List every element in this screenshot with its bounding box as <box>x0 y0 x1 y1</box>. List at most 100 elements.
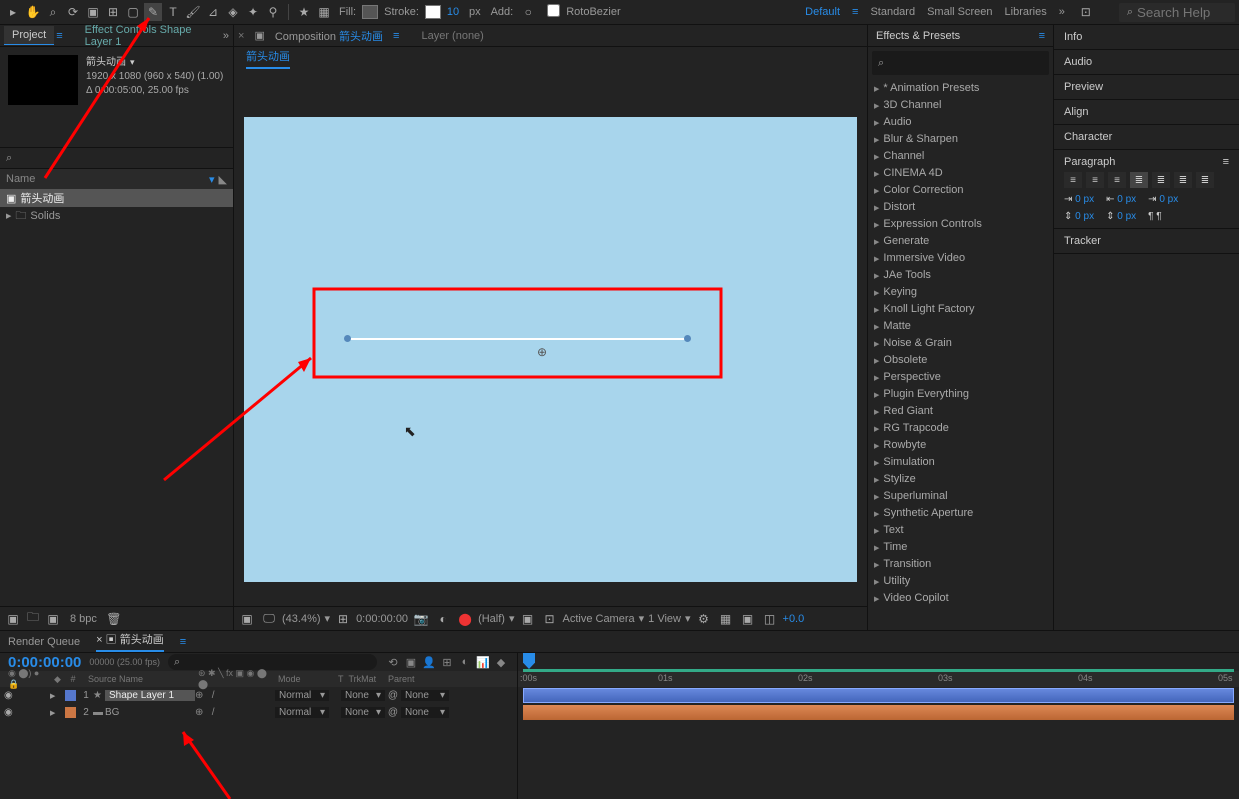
work-area-bar[interactable] <box>523 669 1234 672</box>
indent-left[interactable]: ⇥ 0 px <box>1064 194 1094 205</box>
panel-menu-icon[interactable]: ≡ <box>1223 156 1229 168</box>
timeline-layer-row[interactable]: ◉▶1★Shape Layer 1⊕ / Normal ▾None ▾@None… <box>0 687 517 704</box>
align-right-icon[interactable]: ≡ <box>1108 172 1126 188</box>
motion-blur-icon[interactable]: ◐ <box>457 654 473 670</box>
anchor-point-icon[interactable]: ⊕ <box>537 345 547 359</box>
zoom-tool[interactable]: ⌕ <box>44 3 62 21</box>
effect-category[interactable]: Channel <box>868 147 1053 164</box>
indent-first[interactable]: ⇤ 0 px <box>1106 194 1136 205</box>
project-item-comp[interactable]: ▣ 箭头动画 <box>0 189 233 207</box>
layer-name[interactable]: BG <box>105 707 195 718</box>
timeline-layer-row[interactable]: ◉▶2▬BG⊕ / Normal ▾None ▾@None ▾ <box>0 704 517 721</box>
new-comp-icon[interactable]: ▣ <box>44 610 62 628</box>
col-mode[interactable]: Mode <box>274 674 334 684</box>
effect-category[interactable]: Video Copilot <box>868 589 1053 606</box>
project-tab[interactable]: Project <box>4 26 54 45</box>
viewer-comp-tab[interactable]: Composition 箭头动画 <box>267 25 391 47</box>
effect-category[interactable]: Stylize <box>868 470 1053 487</box>
panel-menu-icon[interactable]: ≡ <box>56 30 62 42</box>
effect-category[interactable]: Plugin Everything <box>868 385 1053 402</box>
puppet-tool[interactable]: ⚲ <box>264 3 282 21</box>
comp-name-label[interactable]: 箭头动画 <box>86 55 223 70</box>
timecode-display[interactable]: 0:00:00:00 <box>356 613 408 625</box>
space-after[interactable]: ⇕ 0 px <box>1106 211 1136 222</box>
selection-tool[interactable]: ▸ <box>4 3 22 21</box>
effect-category[interactable]: Transition <box>868 555 1053 572</box>
shape-path[interactable] <box>346 338 689 340</box>
layer-bar-2[interactable] <box>523 705 1234 720</box>
layer-name[interactable]: Shape Layer 1 <box>105 690 195 701</box>
effect-category[interactable]: Expression Controls <box>868 215 1053 232</box>
expand-caret-icon[interactable]: ▶ <box>50 692 62 700</box>
channel-icon[interactable]: ⬤ <box>456 610 474 628</box>
effect-category[interactable]: Rowbyte <box>868 436 1053 453</box>
grid-icon[interactable]: ▦ <box>315 3 333 21</box>
bpc-label[interactable]: 8 bpc <box>70 613 97 625</box>
views-dropdown-icon[interactable]: ▾ <box>685 612 691 625</box>
col-label[interactable]: ◆ <box>50 674 62 685</box>
align-center-icon[interactable]: ≡ <box>1086 172 1104 188</box>
shy-icon[interactable]: 👤 <box>421 654 437 670</box>
brush-tool[interactable]: 🖌 <box>184 3 202 21</box>
expand-caret-icon[interactable]: ▶ <box>50 709 62 717</box>
timeline-comp-tab[interactable]: × ▣ 箭头动画 <box>96 631 164 652</box>
rotobezier-checkbox[interactable] <box>547 4 560 17</box>
pickwhip-icon[interactable]: @ <box>385 690 401 701</box>
exposure-value[interactable]: +0.0 <box>783 613 805 625</box>
justify-last-right-icon[interactable]: ≣ <box>1174 172 1192 188</box>
always-preview-icon[interactable]: ▣ <box>238 610 256 628</box>
magnify-icon[interactable]: 🖵 <box>260 610 278 628</box>
ws-standard[interactable]: Standard <box>870 6 915 18</box>
indent-right[interactable]: ⇥ 0 px <box>1148 194 1178 205</box>
info-panel[interactable]: Info <box>1054 25 1239 50</box>
search-help[interactable]: ⌕ <box>1119 3 1235 22</box>
ws-more-icon[interactable]: » <box>1059 6 1065 18</box>
zoom-dropdown-icon[interactable]: ▾ <box>325 612 331 625</box>
sort-icon[interactable]: ▾ <box>209 173 215 186</box>
fast-preview-icon[interactable]: ⚙ <box>695 610 713 628</box>
comp-thumbnail[interactable] <box>8 55 78 105</box>
render-queue-tab[interactable]: Render Queue <box>8 636 80 648</box>
effect-controls-tab[interactable]: Effect Controls Shape Layer 1 <box>77 21 221 51</box>
rect-tool[interactable]: ▢ <box>124 3 142 21</box>
effect-category[interactable]: Synthetic Aperture <box>868 504 1053 521</box>
character-panel[interactable]: Character <box>1054 125 1239 150</box>
label-column-icon[interactable]: ◣ <box>219 173 227 186</box>
path-vertex-2[interactable] <box>684 335 691 342</box>
effect-category[interactable]: Blur & Sharpen <box>868 130 1053 147</box>
trkmat-dropdown[interactable]: None ▾ <box>341 707 385 718</box>
lock-icon[interactable]: × <box>238 30 244 42</box>
views-value[interactable]: 1 View <box>648 613 681 625</box>
effect-category[interactable]: Time <box>868 538 1053 555</box>
nested-comp-tab[interactable]: 箭头动画 <box>246 48 290 69</box>
ws-menu-icon[interactable]: ≡ <box>852 6 858 18</box>
draft3d-icon[interactable]: ▣ <box>739 610 757 628</box>
ws-small[interactable]: Small Screen <box>927 6 992 18</box>
col-num[interactable]: # <box>62 674 84 684</box>
justify-all-icon[interactable]: ≣ <box>1196 172 1214 188</box>
quality-dropdown-icon[interactable]: ▾ <box>509 612 515 625</box>
justify-last-center-icon[interactable]: ≣ <box>1152 172 1170 188</box>
effect-category[interactable]: Immersive Video <box>868 249 1053 266</box>
effect-category[interactable]: Knoll Light Factory <box>868 300 1053 317</box>
trkmat-dropdown[interactable]: None ▾ <box>341 690 385 701</box>
col-trkmat[interactable]: T TrkMat <box>334 674 384 684</box>
effect-category[interactable]: Simulation <box>868 453 1053 470</box>
roi-icon[interactable]: ▣ <box>518 610 536 628</box>
effect-category[interactable]: Superluminal <box>868 487 1053 504</box>
layer-switches[interactable]: ⊕ / <box>195 707 275 718</box>
space-before[interactable]: ⇕ 0 px <box>1064 211 1094 222</box>
snapshot-icon[interactable]: 📷 <box>412 610 430 628</box>
search-help-input[interactable] <box>1137 5 1227 20</box>
audio-panel[interactable]: Audio <box>1054 50 1239 75</box>
playhead[interactable] <box>523 653 535 669</box>
brainstorm-icon[interactable]: ◆ <box>493 654 509 670</box>
paragraph-panel[interactable]: Paragraph≡ ≡ ≡ ≡ ≣ ≣ ≣ ≣ ⇥ 0 px ⇤ 0 px ⇥… <box>1054 150 1239 229</box>
roto-tool[interactable]: ✦ <box>244 3 262 21</box>
effect-category[interactable]: Text <box>868 521 1053 538</box>
parent-dropdown[interactable]: None ▾ <box>401 690 449 701</box>
panel-menu-icon[interactable]: ≡ <box>393 30 399 42</box>
viewer-layer-tab[interactable]: Layer (none) <box>421 30 483 42</box>
align-panel[interactable]: Align <box>1054 100 1239 125</box>
ws-default[interactable]: Default <box>805 6 840 18</box>
